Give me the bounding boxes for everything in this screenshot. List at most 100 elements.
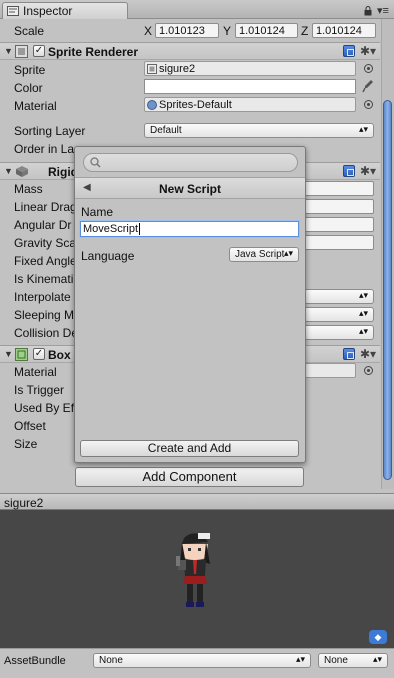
sprite-object-field[interactable]: sigure2 bbox=[144, 61, 356, 76]
rigidbody-help-icon[interactable] bbox=[343, 165, 355, 177]
preview-title: sigure2 bbox=[4, 496, 44, 510]
popup-search-field[interactable] bbox=[83, 153, 298, 172]
language-dropdown[interactable]: Java Script ▴▾ bbox=[229, 247, 299, 262]
box-collider-foldout-icon[interactable]: ▼ bbox=[4, 349, 13, 359]
collider-field-material: Material bbox=[14, 365, 57, 379]
sleeping-arrow-icon: ▴▾ bbox=[358, 308, 368, 318]
angular-drag-field[interactable] bbox=[300, 217, 374, 232]
add-component-popup: ◀ New Script Name MoveScript Language Ja… bbox=[74, 146, 306, 463]
material-value: Sprites-Default bbox=[159, 99, 232, 111]
scale-z-field[interactable]: 1.010124 bbox=[312, 23, 376, 38]
create-and-add-button[interactable]: Create and Add bbox=[80, 440, 299, 457]
rigidbody-field-fixed-angle: Fixed Angle bbox=[14, 254, 77, 268]
tab-label: Inspector bbox=[23, 4, 73, 18]
scale-z-label: Z bbox=[301, 24, 309, 38]
mass-field[interactable] bbox=[300, 181, 374, 196]
collision-detection-dropdown[interactable]: ▴▾ bbox=[300, 325, 374, 340]
search-icon bbox=[90, 157, 101, 168]
language-arrow-icon: ▴▾ bbox=[283, 248, 293, 258]
script-name-value: MoveScript bbox=[83, 223, 139, 235]
character-sprite-preview bbox=[176, 533, 210, 607]
scale-x-field[interactable]: 1.010123 bbox=[155, 23, 219, 38]
eyedropper-icon[interactable] bbox=[362, 79, 374, 93]
rigidbody-field-linear-drag: Linear Drag bbox=[14, 200, 77, 214]
sorting-layer-label: Sorting Layer bbox=[14, 124, 86, 138]
preview-area: ◆ bbox=[0, 510, 394, 648]
collision-arrow-icon: ▴▾ bbox=[358, 326, 368, 336]
sprite-renderer-icon bbox=[15, 45, 28, 58]
sleeping-mode-dropdown[interactable]: ▴▾ bbox=[300, 307, 374, 322]
sprite-renderer-title: Sprite Renderer bbox=[48, 45, 139, 59]
rigidbody-field-is-kinematic: Is Kinemati bbox=[14, 272, 74, 286]
color-label: Color bbox=[14, 81, 43, 95]
rigidbody-foldout-icon[interactable]: ▼ bbox=[4, 166, 13, 176]
material-sphere-icon bbox=[147, 100, 157, 110]
collider-field-used-by-effector: Used By Eff bbox=[14, 401, 78, 415]
interpolate-arrow-icon: ▴▾ bbox=[358, 290, 368, 300]
rigidbody-field-interpolate: Interpolate bbox=[14, 290, 71, 304]
gravity-scale-field[interactable] bbox=[300, 235, 374, 250]
language-label: Language bbox=[81, 249, 135, 263]
linear-drag-field[interactable] bbox=[300, 199, 374, 214]
sprite-renderer-enabled-checkbox[interactable]: ✓ bbox=[33, 45, 45, 57]
collider-material-picker-icon[interactable] bbox=[364, 366, 373, 375]
collider-field-offset: Offset bbox=[14, 419, 46, 433]
tab-inspector[interactable]: Inspector bbox=[2, 2, 128, 19]
inspector-tab-bar: Inspector ▾≡ bbox=[0, 0, 394, 19]
scale-y-field[interactable]: 1.010124 bbox=[235, 23, 298, 38]
sprite-asset-icon bbox=[147, 64, 157, 74]
box-collider-title: Box bbox=[48, 348, 71, 362]
asset-bundle-variant-value: None bbox=[324, 655, 348, 666]
rigidbody-gear-icon[interactable]: ✱▾ bbox=[360, 164, 376, 178]
scale-y-label: Y bbox=[223, 24, 232, 38]
gear-icon[interactable]: ✱▾ bbox=[360, 44, 376, 58]
asset-bundle-value: None bbox=[99, 655, 123, 666]
menu-icon[interactable]: ▾≡ bbox=[377, 4, 389, 17]
sprite-label: Sprite bbox=[14, 63, 46, 77]
rigidbody-field-gravity-scale: Gravity Sca bbox=[14, 236, 77, 250]
box-collider-enabled-checkbox[interactable]: ✓ bbox=[33, 348, 45, 360]
inspector-tab-icon bbox=[7, 6, 19, 16]
sorting-layer-dropdown[interactable]: Default ▴▾ bbox=[144, 123, 374, 138]
scale-x-label: X bbox=[144, 24, 153, 38]
box-collider-gear-icon[interactable]: ✱▾ bbox=[360, 347, 376, 361]
material-picker-icon[interactable] bbox=[364, 100, 373, 109]
object-picker-icon[interactable] bbox=[364, 64, 373, 73]
box-collider-help-icon[interactable] bbox=[343, 348, 355, 360]
collider-field-size: Size bbox=[14, 437, 38, 451]
asset-bundle-bar: AssetBundle None ▴▾ None ▴▾ bbox=[0, 648, 394, 678]
script-name-input[interactable]: MoveScript bbox=[80, 221, 299, 237]
language-value: Java Script bbox=[235, 249, 285, 260]
scrollbar-thumb[interactable] bbox=[383, 100, 392, 480]
asset-bundle-label: AssetBundle bbox=[4, 655, 66, 667]
scale-label: Scale bbox=[14, 24, 45, 38]
preview-header: sigure2 bbox=[0, 493, 394, 510]
color-swatch[interactable] bbox=[144, 79, 356, 94]
interpolate-dropdown[interactable]: ▴▾ bbox=[300, 289, 374, 304]
asset-bundle-dropdown[interactable]: None ▴▾ bbox=[93, 653, 311, 668]
variant-arrow-icon: ▴▾ bbox=[372, 654, 382, 664]
rigidbody-field-sleeping-mode: Sleeping Mo bbox=[14, 308, 81, 322]
box-collider-icon bbox=[15, 348, 28, 361]
name-label: Name bbox=[81, 205, 114, 219]
material-object-field[interactable]: Sprites-Default bbox=[144, 97, 356, 112]
add-component-button[interactable]: Add Component bbox=[75, 467, 304, 487]
asset-bundle-variant-dropdown[interactable]: None ▴▾ bbox=[318, 653, 388, 668]
rigidbody-field-angular-drag: Angular Dr bbox=[14, 218, 72, 232]
help-book-icon[interactable] bbox=[343, 45, 355, 57]
sorting-layer-value: Default bbox=[150, 125, 182, 136]
dropdown-arrow-icon: ▴▾ bbox=[358, 124, 368, 134]
collider-field-is-trigger: Is Trigger bbox=[14, 383, 65, 397]
collider-material-field[interactable] bbox=[300, 363, 356, 378]
lock-icon[interactable] bbox=[364, 6, 372, 16]
asset-bundle-arrow-icon: ▴▾ bbox=[295, 654, 305, 664]
foldout-arrow-icon[interactable]: ▼ bbox=[4, 46, 13, 56]
material-label: Material bbox=[14, 99, 57, 113]
label-tag-icon[interactable]: ◆ bbox=[369, 630, 387, 644]
rigidbody-field-collision-detection: Collision De bbox=[14, 326, 79, 340]
rigidbody-field-mass: Mass bbox=[14, 182, 43, 196]
sprite-renderer-header[interactable]: ▼ ✓ Sprite Renderer ✱▾ bbox=[0, 42, 380, 60]
rigidbody-icon bbox=[16, 166, 28, 177]
popup-header: ◀ New Script bbox=[75, 177, 305, 199]
sprite-value: sigure2 bbox=[159, 63, 196, 75]
